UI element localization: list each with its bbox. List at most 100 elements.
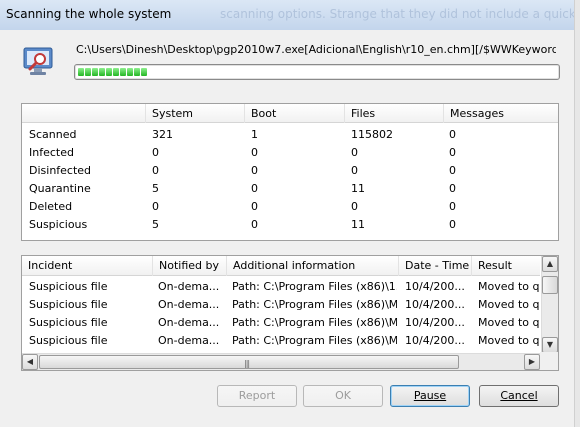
progress-segment: [99, 68, 105, 76]
incident-result: Moved to qua: [478, 280, 540, 293]
pause-button-label: Pause: [413, 389, 447, 402]
incident-info: Path: C:\Program Files (x86)\M...: [232, 316, 397, 329]
inc-col-result[interactable]: Result: [472, 256, 540, 276]
incident-type: Suspicious file: [29, 298, 108, 311]
stat-files: 0: [351, 200, 358, 213]
scan-progress-bar: [74, 64, 560, 80]
progress-segment: [85, 68, 91, 76]
progress-segment: [134, 68, 140, 76]
inc-col-incident[interactable]: Incident: [22, 256, 153, 276]
stat-system: 321: [152, 128, 173, 141]
stat-messages: 0: [449, 200, 456, 213]
pause-button[interactable]: Pause: [390, 385, 470, 407]
incidents-header: Incident Notified by Additional informat…: [22, 256, 540, 276]
button-bar: Report OK Pause Cancel: [0, 385, 580, 409]
incident-notified-by: On-dema...: [158, 298, 220, 311]
incident-row[interactable]: Suspicious file On-dema... Path: C:\Progra…: [22, 332, 540, 350]
incident-type: Suspicious file: [29, 280, 108, 293]
scan-window: scanning options. Strange that they did …: [0, 0, 580, 427]
incident-result: Moved to qua: [478, 334, 540, 347]
stat-messages: 0: [449, 128, 456, 141]
progress-fill: [78, 68, 147, 76]
window-right-edge: [574, 0, 580, 427]
stat-files: 0: [351, 164, 358, 177]
stats-col-label[interactable]: [22, 104, 146, 123]
stat-boot: 0: [251, 164, 258, 177]
stats-row: Quarantine 5 0 11 0: [22, 180, 558, 198]
incident-date: 10/4/200...: [405, 298, 465, 311]
stats-col-messages[interactable]: Messages: [444, 104, 558, 123]
incidents-list[interactable]: Incident Notified by Additional informat…: [21, 255, 559, 371]
stats-row: Suspicious 5 0 11 0: [22, 216, 558, 234]
incidents-vertical-scrollbar[interactable]: ▲ ▼: [541, 256, 558, 353]
stat-system: 0: [152, 200, 159, 213]
incident-type: Suspicious file: [29, 316, 108, 329]
stat-files: 115802: [351, 128, 393, 141]
progress-segment: [120, 68, 126, 76]
incident-row[interactable]: Suspicious file On-dema... Path: C:\Progra…: [22, 296, 540, 314]
stat-system: 5: [152, 182, 159, 195]
stat-files: 11: [351, 218, 365, 231]
stats-col-system[interactable]: System: [146, 104, 245, 123]
stat-label: Suspicious: [29, 218, 88, 231]
incident-notified-by: On-dema...: [158, 316, 220, 329]
progress-segment: [127, 68, 133, 76]
cancel-button-label: Cancel: [500, 389, 538, 402]
stats-header: System Boot Files Messages: [22, 104, 558, 123]
stat-boot: 0: [251, 200, 258, 213]
stats-table: System Boot Files Messages Scanned 321 1 11…: [21, 103, 559, 241]
incident-info: Path: C:\Program Files (x86)\1...: [232, 280, 397, 293]
stats-col-files[interactable]: Files: [345, 104, 444, 123]
stat-boot: 0: [251, 146, 258, 159]
incident-info: Path: C:\Program Files (x86)\M...: [232, 298, 397, 311]
inc-col-info[interactable]: Additional information: [227, 256, 399, 276]
progress-segment: [141, 68, 147, 76]
cancel-button[interactable]: Cancel: [479, 385, 559, 407]
incident-notified-by: On-dema...: [158, 280, 220, 293]
title-bar[interactable]: scanning options. Strange that they did …: [0, 0, 580, 30]
incident-row[interactable]: Suspicious file On-dema... Path: C:\Progra…: [22, 314, 540, 332]
stat-system: 0: [152, 164, 159, 177]
stat-label: Scanned: [29, 128, 77, 141]
arrow-right-icon[interactable]: ▶: [524, 354, 540, 370]
incident-result: Moved to qua: [478, 298, 540, 311]
progress-segment: [78, 68, 84, 76]
inc-col-notified[interactable]: Notified by: [153, 256, 227, 276]
stat-system: 0: [152, 146, 159, 159]
stats-col-boot[interactable]: Boot: [245, 104, 345, 123]
arrow-down-icon[interactable]: ▼: [542, 337, 558, 353]
stat-boot: 1: [251, 128, 258, 141]
arrow-up-icon[interactable]: ▲: [542, 256, 558, 272]
incident-row[interactable]: Suspicious file On-dema... Path: C:\Progra…: [22, 278, 540, 296]
arrow-left-icon[interactable]: ◀: [22, 354, 38, 370]
stat-messages: 0: [449, 218, 456, 231]
stat-system: 5: [152, 218, 159, 231]
stats-row: Scanned 321 1 115802 0: [22, 126, 558, 144]
window-title: Scanning the whole system: [6, 7, 172, 21]
incident-date: 10/4/200...: [405, 280, 465, 293]
horizontal-scroll-thumb[interactable]: |||: [39, 355, 459, 369]
report-button[interactable]: Report: [217, 385, 297, 407]
stat-label: Infected: [29, 146, 74, 159]
incidents-horizontal-scrollbar[interactable]: ◀ ||| ▶: [22, 353, 542, 370]
incident-result: Moved to qua: [478, 316, 540, 329]
incident-type: Suspicious file: [29, 334, 108, 347]
stat-boot: 0: [251, 218, 258, 231]
dialog-body: C:\Users\Dinesh\Desktop\pgp2010w7.exe[Ad…: [0, 30, 580, 427]
stat-messages: 0: [449, 146, 456, 159]
stats-row: Infected 0 0 0 0: [22, 144, 558, 162]
current-scan-path: C:\Users\Dinesh\Desktop\pgp2010w7.exe[Ad…: [76, 43, 556, 56]
scan-status-panel: C:\Users\Dinesh\Desktop\pgp2010w7.exe[Ad…: [21, 38, 560, 90]
stat-messages: 0: [449, 164, 456, 177]
incident-info: Path: C:\Program Files (x86)\M...: [232, 334, 397, 347]
stat-messages: 0: [449, 182, 456, 195]
stats-row: Deleted 0 0 0 0: [22, 198, 558, 216]
inc-col-date[interactable]: Date - Time: [399, 256, 472, 276]
stat-label: Disinfected: [29, 164, 92, 177]
progress-segment: [113, 68, 119, 76]
incident-date: 10/4/200...: [405, 334, 465, 347]
ok-button[interactable]: OK: [303, 385, 383, 407]
stat-boot: 0: [251, 182, 258, 195]
stat-files: 0: [351, 146, 358, 159]
vertical-scroll-thumb[interactable]: [542, 276, 558, 294]
